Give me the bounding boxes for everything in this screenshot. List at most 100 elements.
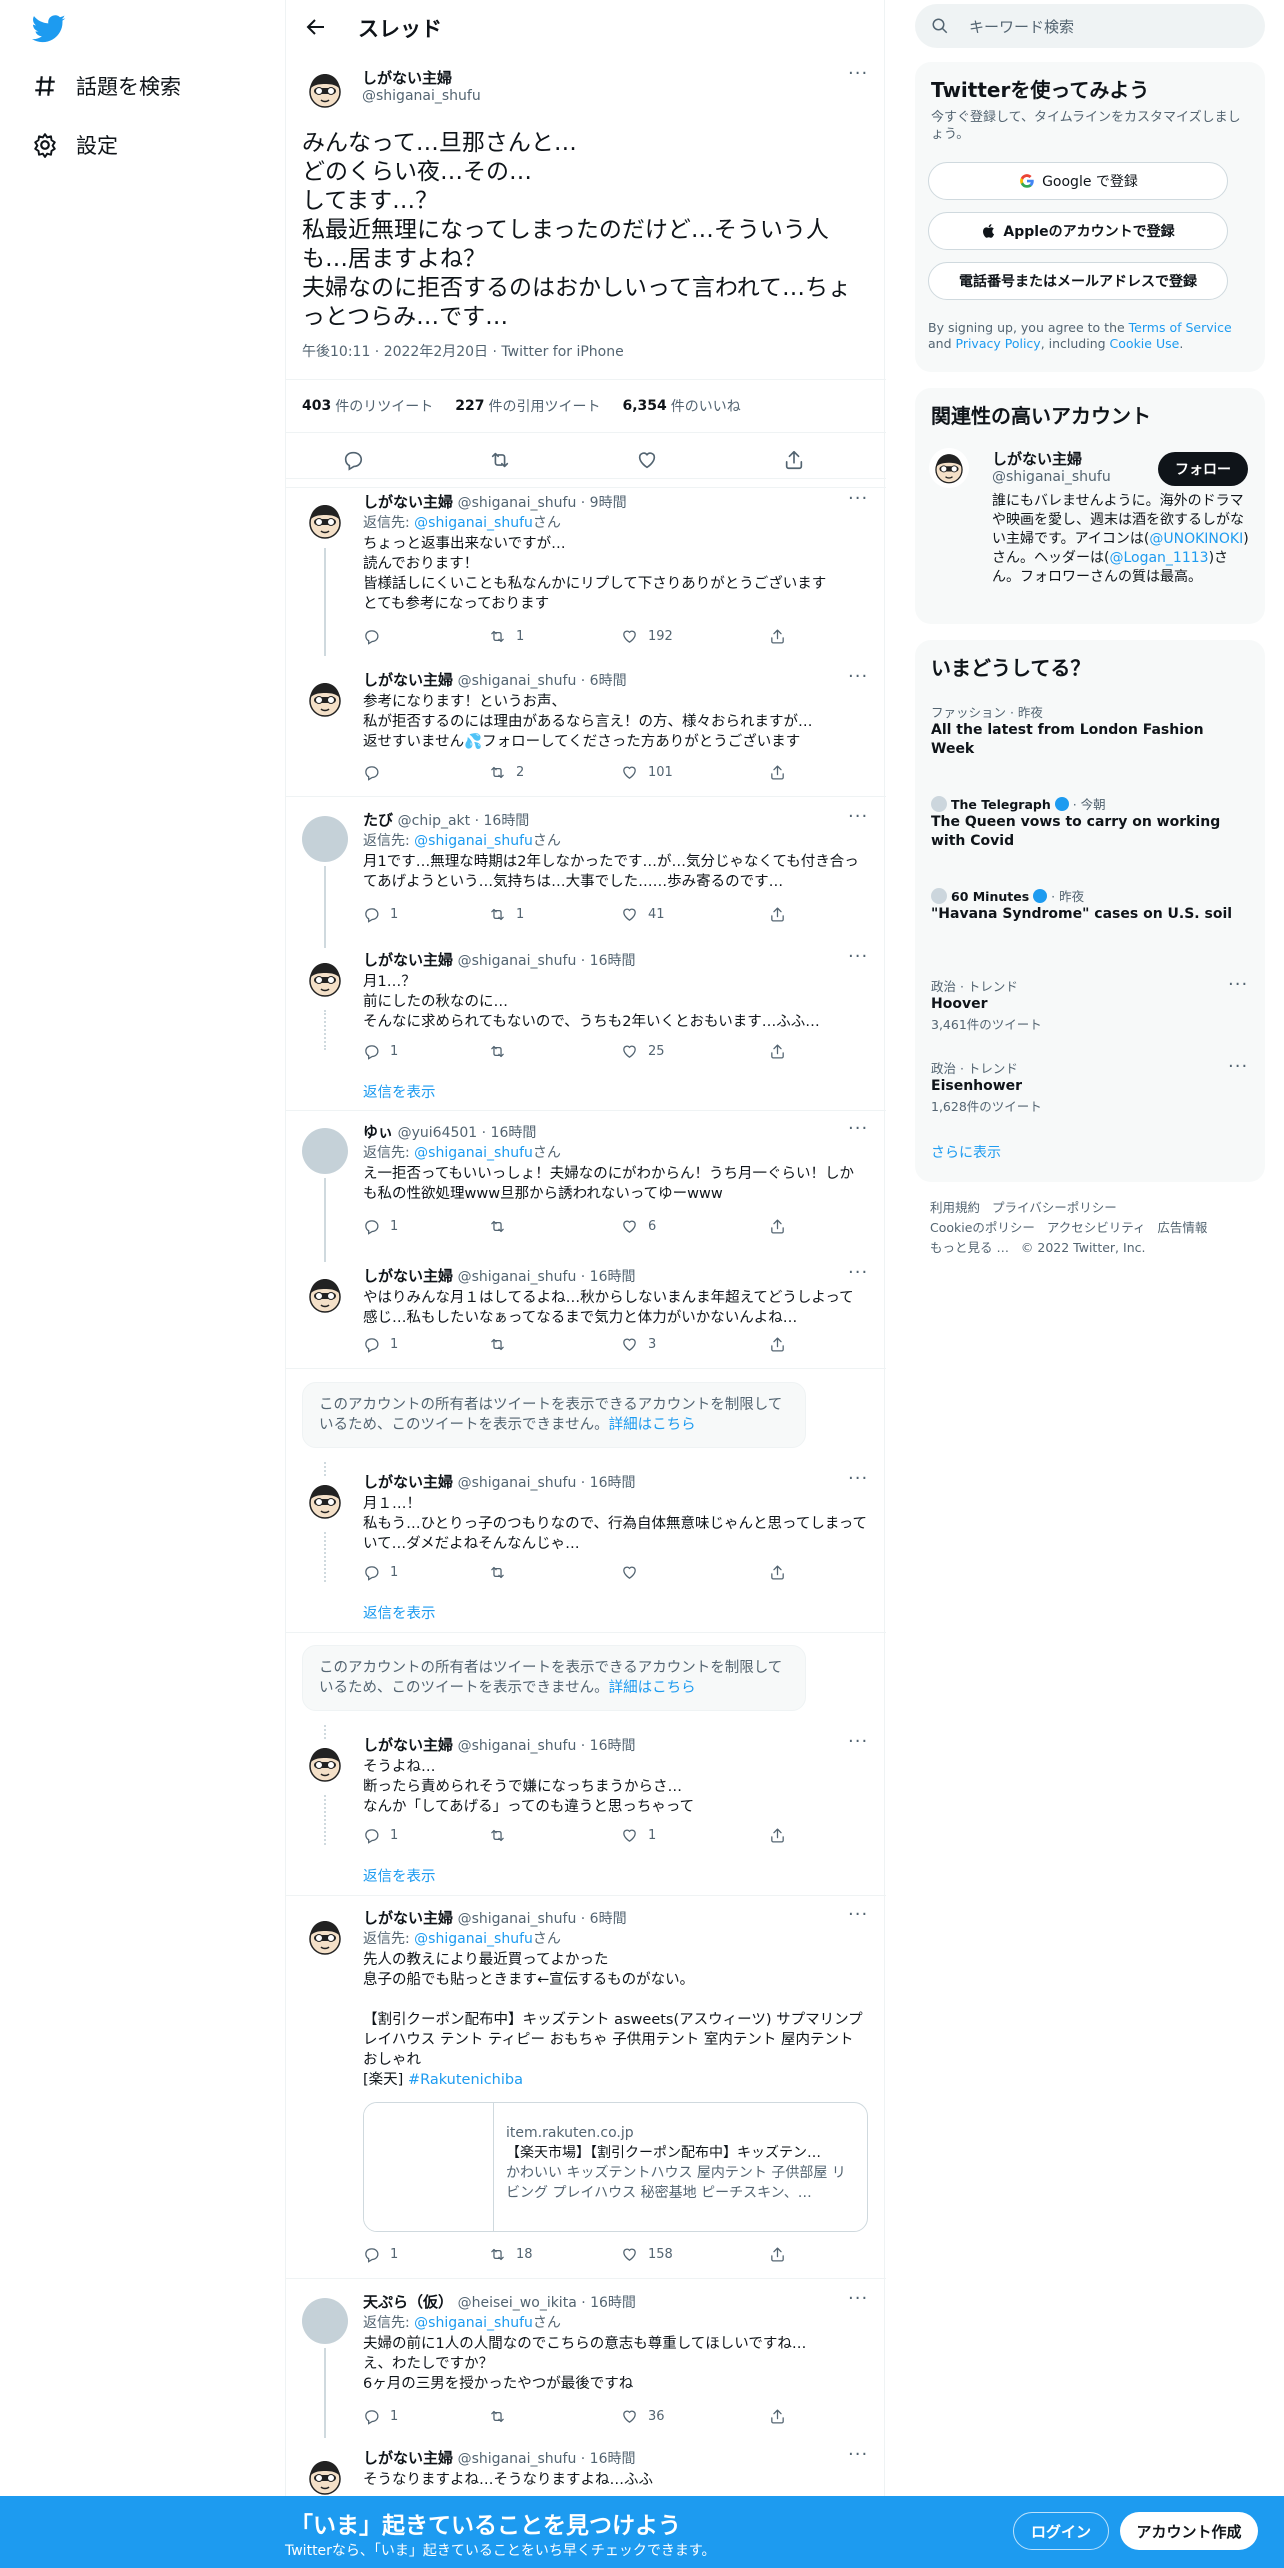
- avatar[interactable]: [302, 676, 348, 722]
- follow-button[interactable]: フォロー: [1158, 452, 1248, 486]
- retweet-label[interactable]: 件のリツイート: [335, 396, 433, 416]
- reply-to-link[interactable]: @shiganai_shufu: [414, 833, 533, 849]
- author-name[interactable]: ゆぃ: [363, 1123, 393, 1141]
- footer-link[interactable]: Cookieのポリシー: [930, 1220, 1035, 1235]
- author-name[interactable]: しがない主婦: [363, 1267, 453, 1285]
- show-replies-link[interactable]: 返信を表示: [363, 1602, 436, 1623]
- create-account-button[interactable]: アカウント作成: [1120, 2512, 1258, 2550]
- avatar[interactable]: [302, 67, 348, 113]
- author-name[interactable]: しがない主婦: [362, 67, 481, 88]
- tweet-timestamp[interactable]: 午後10:11 · 2022年2月20日 · Twitter for iPhon…: [302, 341, 624, 361]
- retweet-icon[interactable]: [489, 449, 511, 471]
- cookie-link[interactable]: Cookie Use: [1110, 336, 1180, 351]
- google-signup-button[interactable]: Google で登録: [928, 162, 1228, 200]
- show-replies-link[interactable]: 返信を表示: [363, 1081, 436, 1102]
- avatar[interactable]: [929, 448, 969, 488]
- like-count[interactable]: 6,354: [622, 398, 666, 414]
- quote-count[interactable]: 227: [455, 398, 484, 414]
- more-options-icon[interactable]: ···: [848, 2288, 868, 2309]
- link-card[interactable]: item.rakuten.co.jp 【楽天市場】【割引クーポン配布中】キッズテ…: [363, 2102, 868, 2232]
- reply-button[interactable]: 1: [363, 1218, 398, 1235]
- author-name[interactable]: たび: [363, 811, 393, 829]
- reply-tweet[interactable]: しがない主婦 @shiganai_shufu · 16時間 月1…？ 前にしたの…: [286, 940, 886, 1080]
- like-button[interactable]: 3: [621, 1336, 656, 1353]
- bio-mention-link[interactable]: @Logan_1113: [1109, 550, 1208, 566]
- author-name[interactable]: 天ぷら（仮）: [363, 2293, 453, 2311]
- more-options-icon[interactable]: ···: [848, 1904, 868, 1925]
- more-options-icon[interactable]: ···: [1228, 974, 1248, 995]
- more-options-icon[interactable]: ···: [848, 1731, 868, 1752]
- share-button[interactable]: [769, 764, 796, 781]
- author-name[interactable]: しがない主婦: [363, 1473, 453, 1491]
- avatar[interactable]: [302, 1272, 348, 1318]
- avatar[interactable]: [302, 956, 348, 1002]
- account-handle[interactable]: @shiganai_shufu: [992, 469, 1111, 485]
- like-button[interactable]: 25: [621, 1043, 665, 1060]
- learn-more-link[interactable]: 詳細はこちら: [609, 1680, 696, 1696]
- footer-link[interactable]: もっと見る …: [930, 1240, 1009, 1255]
- share-button[interactable]: [769, 2246, 796, 2263]
- privacy-link[interactable]: Privacy Policy: [956, 336, 1041, 351]
- author-handle[interactable]: @yui64501 · 16時間: [398, 1125, 537, 1141]
- more-options-icon[interactable]: ···: [848, 806, 868, 827]
- trend-item[interactable]: 政治 · トレンド Eisenhower 1,628件のツイート: [931, 1058, 1251, 1115]
- retweet-count[interactable]: 403: [302, 398, 331, 414]
- more-options-icon[interactable]: ···: [848, 2444, 868, 2465]
- more-options-icon[interactable]: ···: [848, 63, 868, 84]
- reply-tweet[interactable]: 天ぷら（仮） @heisei_wo_ikita · 16時間 返信先: @shi…: [286, 2282, 886, 2438]
- more-options-icon[interactable]: ···: [848, 488, 868, 509]
- avatar[interactable]: [302, 816, 348, 862]
- like-icon[interactable]: [636, 449, 658, 471]
- twitter-logo-icon[interactable]: [32, 14, 66, 44]
- trend-item[interactable]: The Telegraph · 今朝 The Queen vows to car…: [931, 794, 1251, 851]
- reply-to-link[interactable]: @shiganai_shufu: [414, 1931, 533, 1947]
- author-handle[interactable]: @shiganai_shufu · 16時間: [458, 1269, 636, 1285]
- trend-item[interactable]: 60 Minutes · 昨夜 "Havana Syndrome" cases …: [931, 886, 1251, 924]
- author-handle[interactable]: @chip_akt · 16時間: [398, 813, 530, 829]
- footer-link[interactable]: 広告情報: [1157, 1220, 1207, 1235]
- author-name[interactable]: しがない主婦: [363, 951, 453, 969]
- more-options-icon[interactable]: ···: [848, 1262, 868, 1283]
- apple-signup-button[interactable]: Appleのアカウントで登録: [928, 212, 1228, 250]
- author-handle[interactable]: @shiganai_shufu · 16時間: [458, 953, 636, 969]
- share-icon[interactable]: [783, 449, 805, 471]
- avatar[interactable]: [302, 1478, 348, 1524]
- like-button[interactable]: 41: [621, 906, 665, 923]
- search-bar[interactable]: キーワード検索: [915, 4, 1265, 48]
- more-options-icon[interactable]: ···: [848, 1468, 868, 1489]
- login-button[interactable]: ログイン: [1013, 2512, 1109, 2550]
- reply-tweet[interactable]: しがない主婦 @shiganai_shufu · 16時間 そうなりますよね…そ…: [286, 2438, 886, 2500]
- share-button[interactable]: [769, 1218, 796, 1235]
- avatar[interactable]: [302, 1914, 348, 1960]
- like-button[interactable]: 192: [621, 628, 673, 645]
- more-options-icon[interactable]: ···: [848, 666, 868, 687]
- author-name[interactable]: しがない主婦: [363, 2449, 453, 2467]
- author-name[interactable]: しがない主婦: [363, 1736, 453, 1754]
- footer-link[interactable]: 利用規約: [930, 1200, 980, 1215]
- learn-more-link[interactable]: 詳細はこちら: [609, 1417, 696, 1433]
- more-options-icon[interactable]: ···: [848, 1118, 868, 1139]
- reply-button[interactable]: [363, 764, 390, 781]
- reply-button[interactable]: 1: [363, 2408, 398, 2425]
- retweet-button[interactable]: [489, 1218, 516, 1235]
- like-button[interactable]: 158: [621, 2246, 673, 2263]
- share-button[interactable]: [769, 628, 796, 645]
- footer-link[interactable]: アクセシビリティ: [1047, 1220, 1146, 1235]
- reply-to-link[interactable]: @shiganai_shufu: [414, 515, 533, 531]
- more-options-icon[interactable]: ···: [1228, 1056, 1248, 1077]
- retweet-button[interactable]: [489, 1827, 516, 1844]
- like-button[interactable]: 1: [621, 1827, 656, 1844]
- share-button[interactable]: [769, 1336, 796, 1353]
- bio-mention-link[interactable]: @UNOKINOKI: [1149, 531, 1243, 547]
- show-replies-link[interactable]: 返信を表示: [363, 1865, 436, 1886]
- reply-tweet[interactable]: しがない主婦 @shiganai_shufu · 16時間 そうよね… 断ったら…: [286, 1725, 886, 1865]
- reply-tweet[interactable]: ゆぃ @yui64501 · 16時間 返信先: @shiganai_shufu…: [286, 1112, 886, 1262]
- author-handle[interactable]: @shiganai_shufu · 16時間: [458, 1475, 636, 1491]
- hashtag-link[interactable]: #Rakutenichiba: [408, 2072, 523, 2088]
- author-name[interactable]: しがない主婦: [363, 671, 453, 689]
- author-handle[interactable]: @shiganai_shufu · 6時間: [458, 673, 627, 689]
- reply-tweet[interactable]: しがない主婦 @shiganai_shufu · 16時間 月１…！ 私もう…ひ…: [286, 1462, 886, 1602]
- avatar[interactable]: [302, 1128, 348, 1174]
- reply-icon[interactable]: [342, 449, 364, 471]
- reply-button[interactable]: 1: [363, 1564, 398, 1581]
